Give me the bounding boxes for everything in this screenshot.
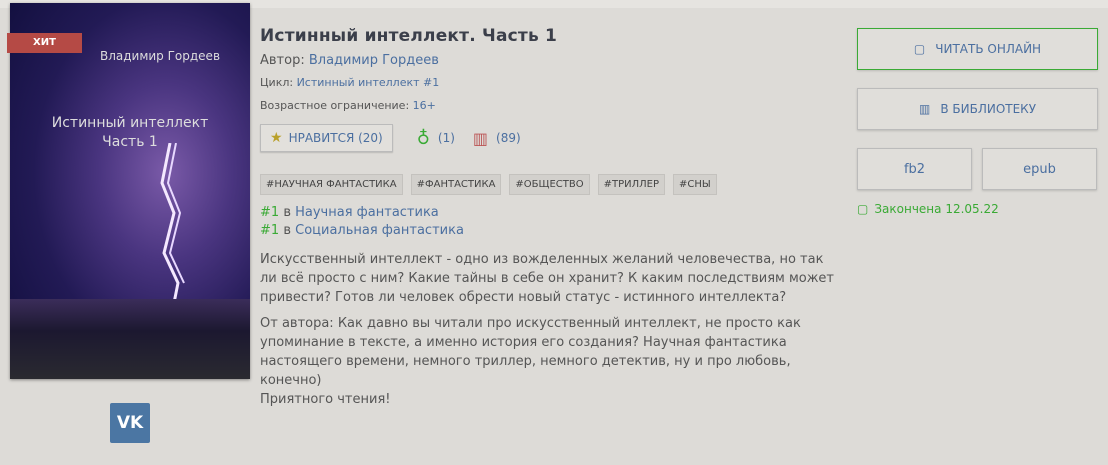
tag-list: #НАУЧНАЯ ФАНТАСТИКА #ФАНТАСТИКА #ОБЩЕСТВ… bbox=[260, 174, 840, 195]
book-cover[interactable]: Владимир Гордеев Истинный интеллект Часть… bbox=[10, 3, 250, 379]
age-label: Возрастное ограничение: bbox=[260, 99, 410, 112]
status: ▢ Закончена 12.05.22 bbox=[857, 202, 1098, 216]
add-to-library-button[interactable]: ▥ В БИБЛИОТЕКУ bbox=[857, 88, 1098, 130]
age-value: 16+ bbox=[412, 99, 436, 112]
piggy-bank-icon: ♁ bbox=[416, 127, 430, 149]
tag[interactable]: #ОБЩЕСТВО bbox=[509, 174, 590, 195]
hit-badge: ХИТ bbox=[7, 33, 82, 53]
read-online-label: ЧИТАТЬ ОНЛАЙН bbox=[935, 42, 1042, 56]
rank-number: #1 bbox=[260, 223, 280, 238]
download-fb2-button[interactable]: fb2 bbox=[857, 148, 972, 190]
author-link[interactable]: Владимир Гордеев bbox=[309, 53, 439, 68]
books-icon: ▥ bbox=[472, 128, 489, 148]
lightning-icon bbox=[160, 143, 185, 313]
book-info: Истинный интеллект. Часть 1 Автор: Влади… bbox=[260, 26, 840, 416]
description: Искусственный интеллект - одно из вождел… bbox=[260, 250, 840, 409]
tag[interactable]: #НАУЧНАЯ ФАНТАСТИКА bbox=[260, 174, 403, 195]
rewards-count: (1) bbox=[437, 131, 455, 145]
rank-number: #1 bbox=[260, 205, 280, 220]
rank-item: #1 в Социальная фантастика bbox=[260, 223, 840, 238]
add-to-library-label: В БИБЛИОТЕКУ bbox=[940, 102, 1037, 116]
rank-item: #1 в Научная фантастика bbox=[260, 205, 840, 220]
library-count: (89) bbox=[496, 131, 521, 145]
like-label: НРАВИТСЯ (20) bbox=[288, 131, 383, 145]
read-online-button[interactable]: ▢ ЧИТАТЬ ОНЛАЙН bbox=[857, 28, 1098, 70]
download-epub-button[interactable]: epub bbox=[982, 148, 1097, 190]
cycle-link[interactable]: Истинный интеллект #1 bbox=[297, 76, 440, 89]
cover-title: Истинный интеллект Часть 1 bbox=[51, 115, 209, 150]
tag[interactable]: #ТРИЛЛЕР bbox=[597, 174, 666, 195]
star-icon: ★ bbox=[270, 130, 283, 146]
tag[interactable]: #СНЫ bbox=[673, 174, 717, 195]
rank-genre-link[interactable]: Научная фантастика bbox=[295, 205, 439, 220]
rank-in: в bbox=[283, 205, 291, 220]
like-button[interactable]: ★ НРАВИТСЯ (20) bbox=[260, 124, 393, 152]
book-icon: ▢ bbox=[857, 202, 869, 216]
tag[interactable]: #ФАНТАСТИКА bbox=[410, 174, 502, 195]
description-paragraph: От автора: Как давно вы читали про искус… bbox=[260, 316, 801, 388]
actions-panel: ▢ ЧИТАТЬ ОНЛАЙН ▥ В БИБЛИОТЕКУ fb2 epub ▢ З… bbox=[857, 28, 1098, 216]
status-label: Закончена 12.05.22 bbox=[874, 202, 999, 216]
description-paragraph: Приятного чтения! bbox=[260, 392, 391, 407]
book-icon: ▢ bbox=[913, 42, 926, 56]
library-stat[interactable]: ▥ (89) bbox=[473, 129, 521, 148]
author-label: Автор: bbox=[260, 53, 305, 68]
rank-in: в bbox=[283, 223, 291, 238]
vk-share-button[interactable]: VK bbox=[110, 403, 150, 443]
cycle-label: Цикл: bbox=[260, 76, 294, 89]
book-title: Истинный интеллект. Часть 1 bbox=[260, 26, 558, 46]
rank-genre-link[interactable]: Социальная фантастика bbox=[295, 223, 464, 238]
books-icon: ▥ bbox=[918, 102, 931, 116]
description-paragraph: Искусственный интеллект - одно из вождел… bbox=[260, 252, 835, 305]
rewards-stat[interactable]: ♁ (1) bbox=[417, 128, 455, 149]
